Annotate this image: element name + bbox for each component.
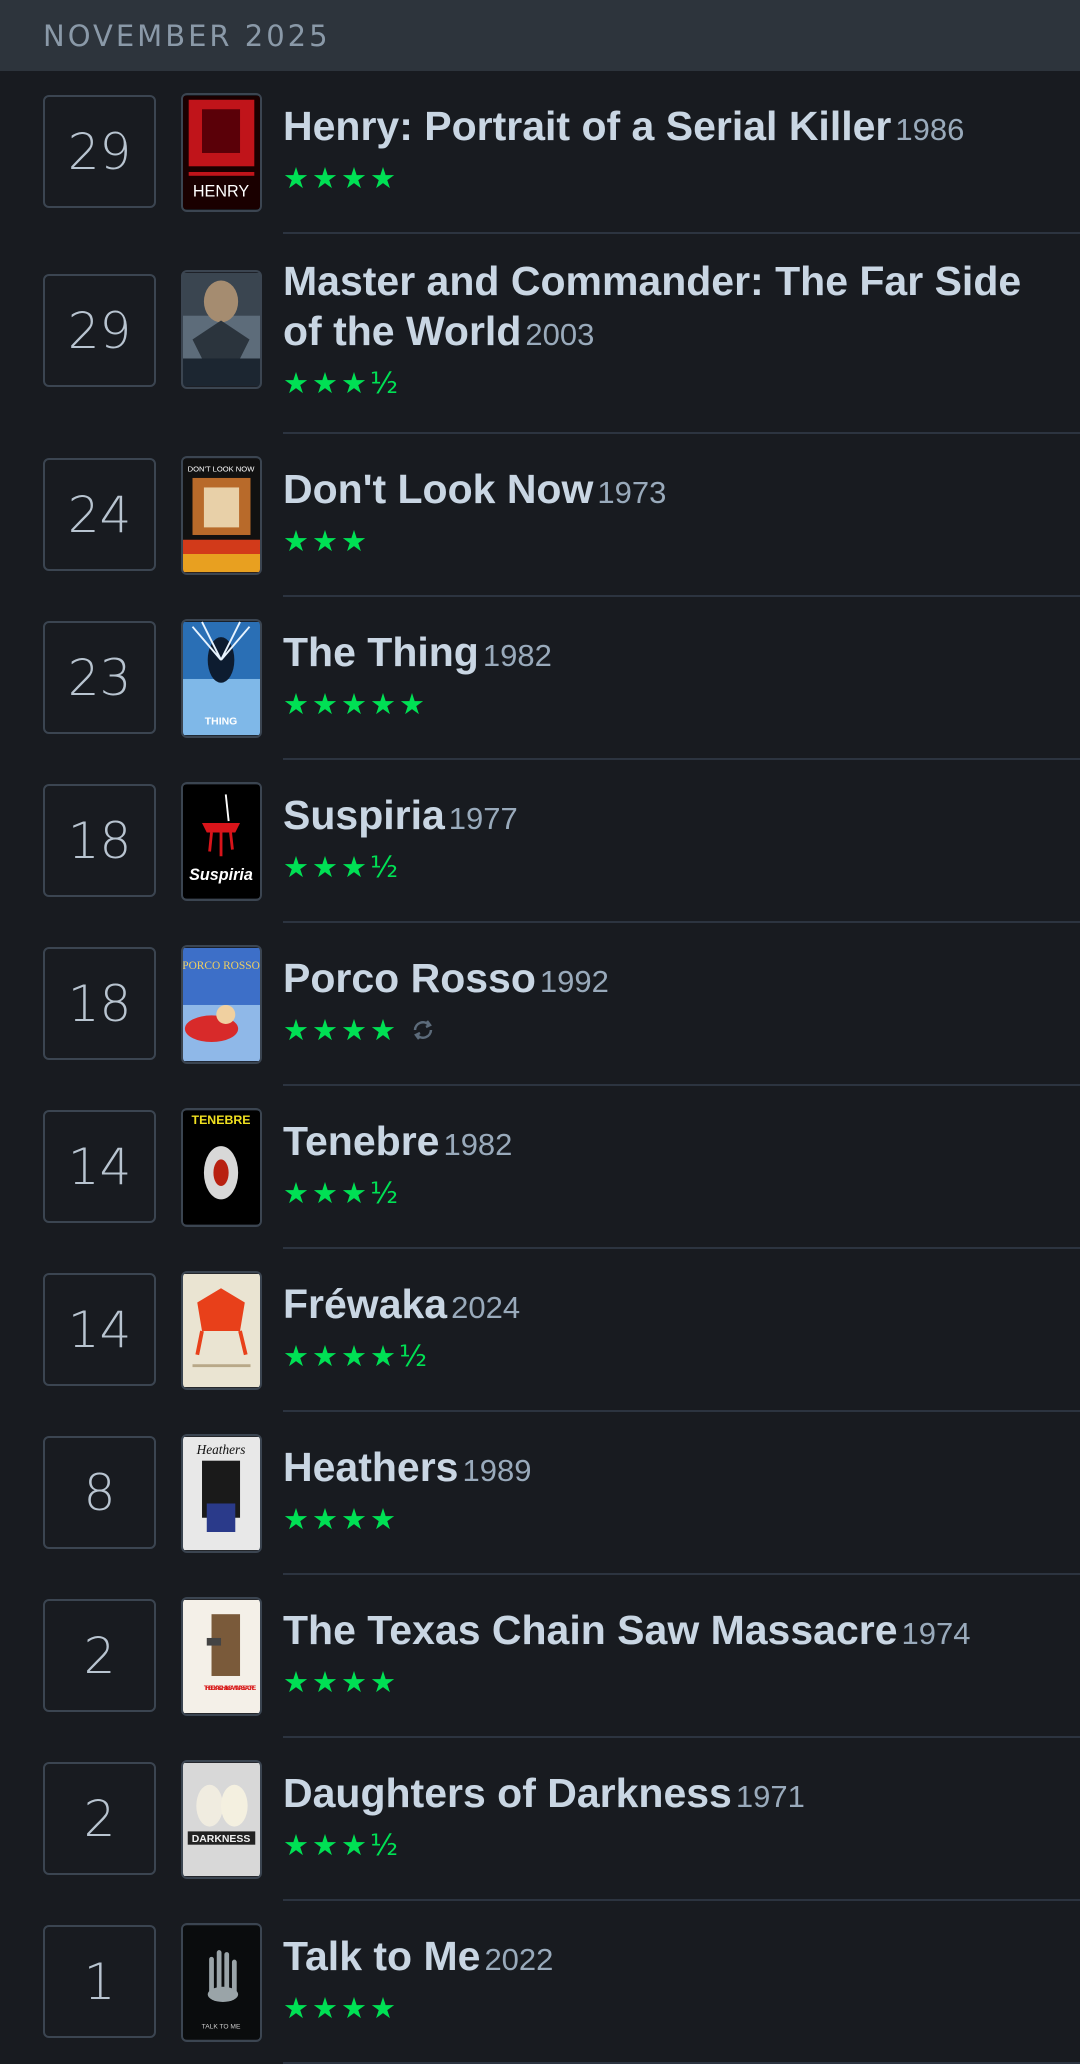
poster-heathers[interactable]: Heathers bbox=[181, 1434, 262, 1553]
poster-master-commander[interactable] bbox=[181, 270, 262, 389]
poster-text: PORCO ROSSO bbox=[183, 960, 260, 972]
poster-daughters-of-darkness[interactable]: DARKNESS bbox=[181, 1760, 262, 1879]
day-box[interactable]: 23 bbox=[43, 621, 156, 734]
day-box[interactable]: 2 bbox=[43, 1599, 156, 1712]
star-rating: ★★★½ bbox=[283, 850, 402, 884]
film-title[interactable]: Porco Rosso bbox=[283, 955, 536, 1001]
poster-text: TENEBRE bbox=[192, 1113, 251, 1127]
poster-suspiria[interactable]: Suspiria bbox=[181, 782, 262, 901]
film-year[interactable]: 2003 bbox=[525, 317, 594, 352]
star-rating: ★★★½ bbox=[283, 1176, 402, 1210]
poster-henry[interactable]: HENRY bbox=[181, 93, 262, 212]
rewatch-icon bbox=[411, 1018, 435, 1042]
poster-texas-chain-saw[interactable]: THE TEXAS CHAINSAW MASSACRE bbox=[181, 1597, 262, 1716]
film-title[interactable]: Henry: Portrait of a Serial Killer bbox=[283, 103, 891, 149]
star-rating: ★★★★ bbox=[283, 1013, 399, 1047]
film-year[interactable]: 1971 bbox=[736, 1779, 805, 1814]
diary-entry[interactable]: 18 Suspiria Suspiria 1977 ★★★½ bbox=[0, 760, 1080, 923]
star-rating: ★★★½ bbox=[283, 1828, 402, 1862]
diary-entry[interactable]: 2 THE TEXAS CHAINSAW MASSACRE The Texas … bbox=[0, 1575, 1080, 1738]
star-rating: ★★★½ bbox=[283, 366, 402, 400]
film-title[interactable]: Heathers bbox=[283, 1444, 458, 1490]
day-box[interactable]: 18 bbox=[43, 947, 156, 1060]
diary-entry[interactable]: 14 TENEBRE Tenebre 1982 ★★★½ bbox=[0, 1086, 1080, 1249]
film-title[interactable]: Master and Commander: The Far Side of th… bbox=[283, 258, 1021, 354]
day-box[interactable]: 2 bbox=[43, 1762, 156, 1875]
poster-dont-look-now[interactable]: DON'T LOOK NOW bbox=[181, 456, 262, 575]
film-title[interactable]: Suspiria bbox=[283, 792, 445, 838]
film-title[interactable]: Tenebre bbox=[283, 1118, 439, 1164]
film-year[interactable]: 1989 bbox=[462, 1453, 531, 1488]
film-title[interactable]: The Thing bbox=[283, 629, 479, 675]
day-box[interactable]: 8 bbox=[43, 1436, 156, 1549]
film-year[interactable]: 1982 bbox=[443, 1127, 512, 1162]
poster-text: TALK TO ME bbox=[202, 2024, 241, 2031]
film-year[interactable]: 1977 bbox=[449, 801, 518, 836]
diary-entry[interactable]: 29 Master and Commander: The Far Side of… bbox=[0, 234, 1080, 434]
film-title[interactable]: Don't Look Now bbox=[283, 466, 593, 512]
poster-text: THE TEXAS CHAINSAW MASSACRE bbox=[204, 1685, 257, 1692]
film-year[interactable]: 2024 bbox=[451, 1290, 520, 1325]
star-rating: ★★★★½ bbox=[283, 1339, 431, 1373]
star-rating: ★★★★★ bbox=[283, 687, 428, 721]
film-title[interactable]: Fréwaka bbox=[283, 1281, 447, 1327]
poster-text: DARKNESS bbox=[192, 1834, 251, 1845]
day-box[interactable]: 29 bbox=[43, 95, 156, 208]
poster-text: THING bbox=[205, 717, 237, 728]
poster-the-thing[interactable]: THING bbox=[181, 619, 262, 738]
day-box[interactable]: 1 bbox=[43, 1925, 156, 2038]
film-year[interactable]: 1986 bbox=[895, 112, 964, 147]
poster-talk-to-me[interactable]: TALK TO ME bbox=[181, 1923, 262, 2042]
diary-list: 29 HENRY Henry: Portrait of a Serial Kil… bbox=[0, 71, 1080, 2064]
poster-tenebre[interactable]: TENEBRE bbox=[181, 1108, 262, 1227]
diary-entry[interactable]: 24 DON'T LOOK NOW Don't Look Now 1973 ★★★ bbox=[0, 434, 1080, 597]
star-rating: ★★★★ bbox=[283, 161, 399, 195]
day-box[interactable]: 24 bbox=[43, 458, 156, 571]
diary-entry[interactable]: 8 Heathers Heathers 1989 ★★★★ bbox=[0, 1412, 1080, 1575]
diary-entry[interactable]: 29 HENRY Henry: Portrait of a Serial Kil… bbox=[0, 71, 1080, 234]
day-box[interactable]: 14 bbox=[43, 1273, 156, 1386]
month-header: NOVEMBER 2025 bbox=[0, 0, 1080, 71]
film-title[interactable]: Talk to Me bbox=[283, 1933, 480, 1979]
poster-text: HENRY bbox=[193, 183, 249, 201]
poster-text: DON'T LOOK NOW bbox=[188, 464, 256, 473]
star-rating: ★★★★ bbox=[283, 1991, 399, 2025]
film-title[interactable]: The Texas Chain Saw Massacre bbox=[283, 1607, 898, 1653]
poster-frewaka[interactable] bbox=[181, 1271, 262, 1390]
day-box[interactable]: 29 bbox=[43, 274, 156, 387]
film-year[interactable]: 1992 bbox=[540, 964, 609, 999]
film-title[interactable]: Daughters of Darkness bbox=[283, 1770, 732, 1816]
film-year[interactable]: 1982 bbox=[483, 638, 552, 673]
day-box[interactable]: 14 bbox=[43, 1110, 156, 1223]
diary-entry[interactable]: 14 Fréwaka 2024 ★★★★½ bbox=[0, 1249, 1080, 1412]
star-rating: ★★★ bbox=[283, 524, 370, 558]
poster-porco-rosso[interactable]: PORCO ROSSO bbox=[181, 945, 262, 1064]
diary-entry[interactable]: 2 DARKNESS Daughters of Darkness 1971 ★★★… bbox=[0, 1738, 1080, 1901]
month-label: NOVEMBER 2025 bbox=[43, 18, 331, 53]
star-rating: ★★★★ bbox=[283, 1665, 399, 1699]
star-rating: ★★★★ bbox=[283, 1502, 399, 1536]
diary-entry[interactable]: 1 TALK TO ME Talk to Me 2022 ★★★★ bbox=[0, 1901, 1080, 2064]
film-year[interactable]: 2022 bbox=[484, 1942, 553, 1977]
film-year[interactable]: 1974 bbox=[902, 1616, 971, 1651]
diary-entry[interactable]: 23 THING The Thing 1982 ★★★★★ bbox=[0, 597, 1080, 760]
poster-text: Heathers bbox=[196, 1442, 246, 1457]
film-year[interactable]: 1973 bbox=[597, 475, 666, 510]
poster-text: Suspiria bbox=[189, 866, 253, 884]
day-box[interactable]: 18 bbox=[43, 784, 156, 897]
diary-entry[interactable]: 18 PORCO ROSSO Porco Rosso 1992 ★★★★ bbox=[0, 923, 1080, 1086]
